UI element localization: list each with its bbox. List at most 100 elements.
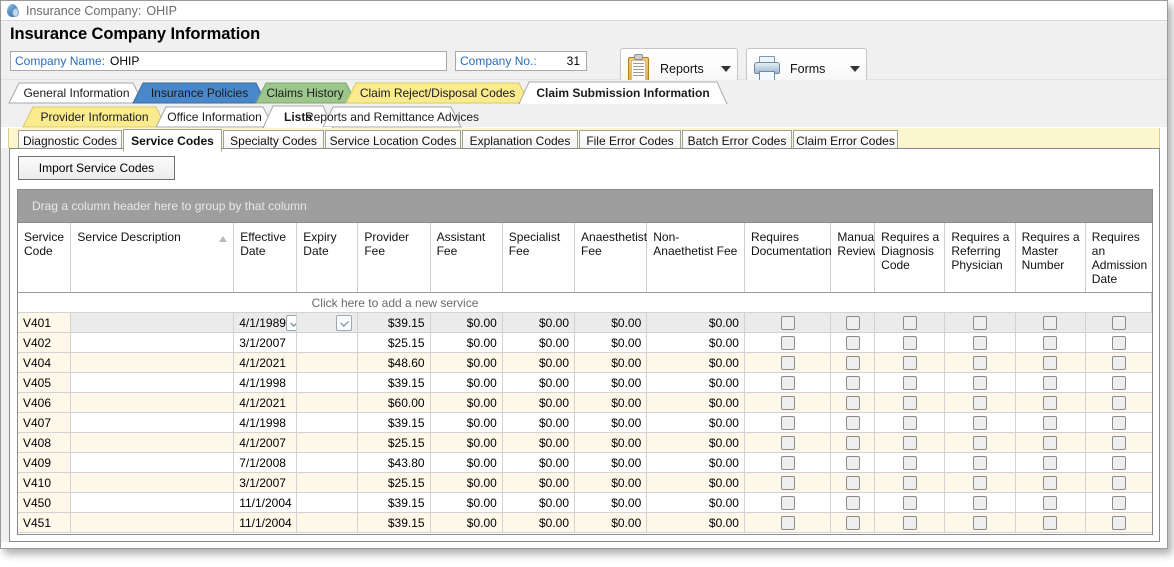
cell-provider-fee[interactable]: $43.80	[357, 452, 431, 473]
cell-assistant-fee[interactable]: $0.00	[430, 392, 503, 413]
manual-review-checkbox[interactable]	[845, 315, 860, 330]
tab-claim-submission-information[interactable]: Claim Submission Information	[529, 82, 717, 103]
cell-non-anaethetist-fee[interactable]: $0.00	[646, 332, 745, 353]
manual-review-checkbox[interactable]	[845, 415, 860, 430]
cell-service-code[interactable]: V410	[18, 472, 72, 493]
requires-master-number-checkbox[interactable]	[1043, 435, 1058, 450]
cell-expiry-date[interactable]	[296, 492, 359, 513]
cell-service-code[interactable]: V408	[18, 432, 72, 453]
cell-anaesthetist-fee[interactable]: $0.00	[574, 372, 648, 393]
chevron-down-icon[interactable]	[850, 66, 860, 72]
group-by-drop-area[interactable]: Drag a column header here to group by th…	[18, 190, 1152, 223]
cell-service-description[interactable]	[70, 432, 235, 453]
requires-admission-date-checkbox[interactable]	[1111, 375, 1126, 390]
requires-diagnosis-code-checkbox[interactable]	[902, 435, 917, 450]
cell-provider-fee[interactable]: $39.15	[357, 412, 431, 433]
cell-assistant-fee[interactable]: $0.00	[430, 492, 503, 513]
requires-documentation-checkbox[interactable]	[780, 415, 795, 430]
col-requires-documentation[interactable]: Requires Documentation	[744, 223, 832, 293]
requires-admission-date-checkbox[interactable]	[1111, 315, 1126, 330]
cell-requires-master-number[interactable]	[1015, 432, 1086, 453]
cell-anaesthetist-fee[interactable]: $0.00	[574, 512, 648, 533]
manual-review-checkbox[interactable]	[845, 395, 860, 410]
cell-specialist-fee[interactable]: $0.00	[502, 392, 576, 413]
cell-requires-admission-date[interactable]	[1085, 332, 1152, 353]
cell-requires-documentation[interactable]	[744, 452, 832, 473]
cell-requires-master-number[interactable]	[1015, 312, 1086, 333]
requires-referring-physician-checkbox[interactable]	[972, 495, 987, 510]
col-specialist-fee[interactable]: Specialist Fee	[502, 223, 576, 293]
cell-requires-documentation[interactable]	[744, 472, 832, 493]
requires-referring-physician-checkbox[interactable]	[972, 455, 987, 470]
cell-requires-documentation[interactable]	[744, 492, 832, 513]
requires-referring-physician-checkbox[interactable]	[972, 395, 987, 410]
cell-manual-review[interactable]	[830, 472, 876, 493]
cell-requires-admission-date[interactable]	[1085, 432, 1152, 453]
col-requires-admission-date[interactable]: Requires an Admission Date	[1085, 223, 1152, 293]
requires-diagnosis-code-checkbox[interactable]	[902, 395, 917, 410]
requires-referring-physician-checkbox[interactable]	[972, 475, 987, 490]
tab-service-codes[interactable]: Service Codes	[123, 129, 222, 152]
manual-review-checkbox[interactable]	[845, 515, 860, 530]
cell-non-anaethetist-fee[interactable]: $0.00	[646, 492, 745, 513]
cell-manual-review[interactable]	[830, 432, 876, 453]
table-row[interactable]: V404 4/1/2021 $48.60 $0.00 $0.00 $0.00 $0.00	[18, 352, 1152, 373]
cell-expiry-date[interactable]	[296, 372, 359, 393]
cell-expiry-date[interactable]	[296, 392, 359, 413]
requires-documentation-checkbox[interactable]	[780, 455, 795, 470]
cell-non-anaethetist-fee[interactable]: $0.00	[646, 392, 745, 413]
cell-specialist-fee[interactable]: $0.00	[502, 332, 576, 353]
cell-requires-diagnosis-code[interactable]	[874, 312, 946, 333]
requires-admission-date-checkbox[interactable]	[1111, 415, 1126, 430]
cell-requires-diagnosis-code[interactable]	[874, 492, 946, 513]
cell-manual-review[interactable]	[830, 512, 876, 533]
manual-review-checkbox[interactable]	[845, 495, 860, 510]
requires-master-number-checkbox[interactable]	[1043, 515, 1058, 530]
cell-requires-diagnosis-code[interactable]	[874, 332, 946, 353]
col-non-anaethetist-fee[interactable]: Non-Anaethetist Fee	[646, 223, 745, 293]
table-row[interactable]: V406 4/1/2021 $60.00 $0.00 $0.00 $0.00 $0.00	[18, 392, 1152, 413]
cell-manual-review[interactable]	[830, 372, 876, 393]
cell-non-anaethetist-fee[interactable]: $0.00	[646, 452, 745, 473]
cell-requires-admission-date[interactable]	[1085, 392, 1152, 413]
cell-service-description[interactable]	[70, 492, 235, 513]
cell-anaesthetist-fee[interactable]: $0.00	[574, 332, 648, 353]
cell-specialist-fee[interactable]: $0.00	[502, 492, 576, 513]
requires-documentation-checkbox[interactable]	[780, 315, 795, 330]
cell-provider-fee[interactable]: $39.15	[357, 372, 431, 393]
requires-documentation-checkbox[interactable]	[780, 435, 795, 450]
cell-requires-admission-date[interactable]	[1085, 352, 1152, 373]
requires-master-number-checkbox[interactable]	[1043, 315, 1058, 330]
cell-requires-master-number[interactable]	[1015, 492, 1086, 513]
requires-admission-date-checkbox[interactable]	[1111, 495, 1126, 510]
cell-expiry-date[interactable]	[296, 452, 359, 473]
cell-requires-diagnosis-code[interactable]	[874, 512, 946, 533]
cell-service-code[interactable]: V450	[18, 492, 72, 513]
cell-requires-referring-physician[interactable]	[944, 452, 1016, 473]
cell-effective-date[interactable]: 4/1/2021	[233, 352, 298, 373]
cell-requires-diagnosis-code[interactable]	[874, 352, 946, 373]
company-name-field[interactable]: Company Name: OHIP	[10, 51, 447, 71]
tab-reports-and-remittance-advices[interactable]: Reports and Remittance Advices	[305, 106, 479, 127]
cell-requires-referring-physician[interactable]	[944, 512, 1016, 533]
requires-master-number-checkbox[interactable]	[1043, 355, 1058, 370]
cell-effective-date[interactable]: 11/1/2004	[233, 492, 298, 513]
cell-requires-diagnosis-code[interactable]	[874, 472, 946, 493]
cell-assistant-fee[interactable]: $0.00	[430, 452, 503, 473]
cell-non-anaethetist-fee[interactable]: $0.00	[646, 372, 745, 393]
cell-requires-documentation[interactable]	[744, 392, 832, 413]
cell-requires-documentation[interactable]	[744, 412, 832, 433]
cell-anaesthetist-fee[interactable]: $0.00	[574, 392, 648, 413]
requires-diagnosis-code-checkbox[interactable]	[902, 335, 917, 350]
requires-diagnosis-code-checkbox[interactable]	[902, 375, 917, 390]
table-row[interactable]: V451 11/1/2004 $39.15 $0.00 $0.00 $0.00 $0.00	[18, 512, 1152, 533]
requires-admission-date-checkbox[interactable]	[1111, 395, 1126, 410]
cell-service-description[interactable]	[70, 512, 235, 533]
cell-requires-admission-date[interactable]	[1085, 492, 1152, 513]
cell-requires-admission-date[interactable]	[1085, 452, 1152, 473]
chevron-down-icon[interactable]	[721, 66, 731, 72]
cell-requires-admission-date[interactable]	[1085, 512, 1152, 533]
cell-manual-review[interactable]	[830, 352, 876, 373]
requires-documentation-checkbox[interactable]	[780, 515, 795, 530]
cell-service-description[interactable]	[70, 392, 235, 413]
